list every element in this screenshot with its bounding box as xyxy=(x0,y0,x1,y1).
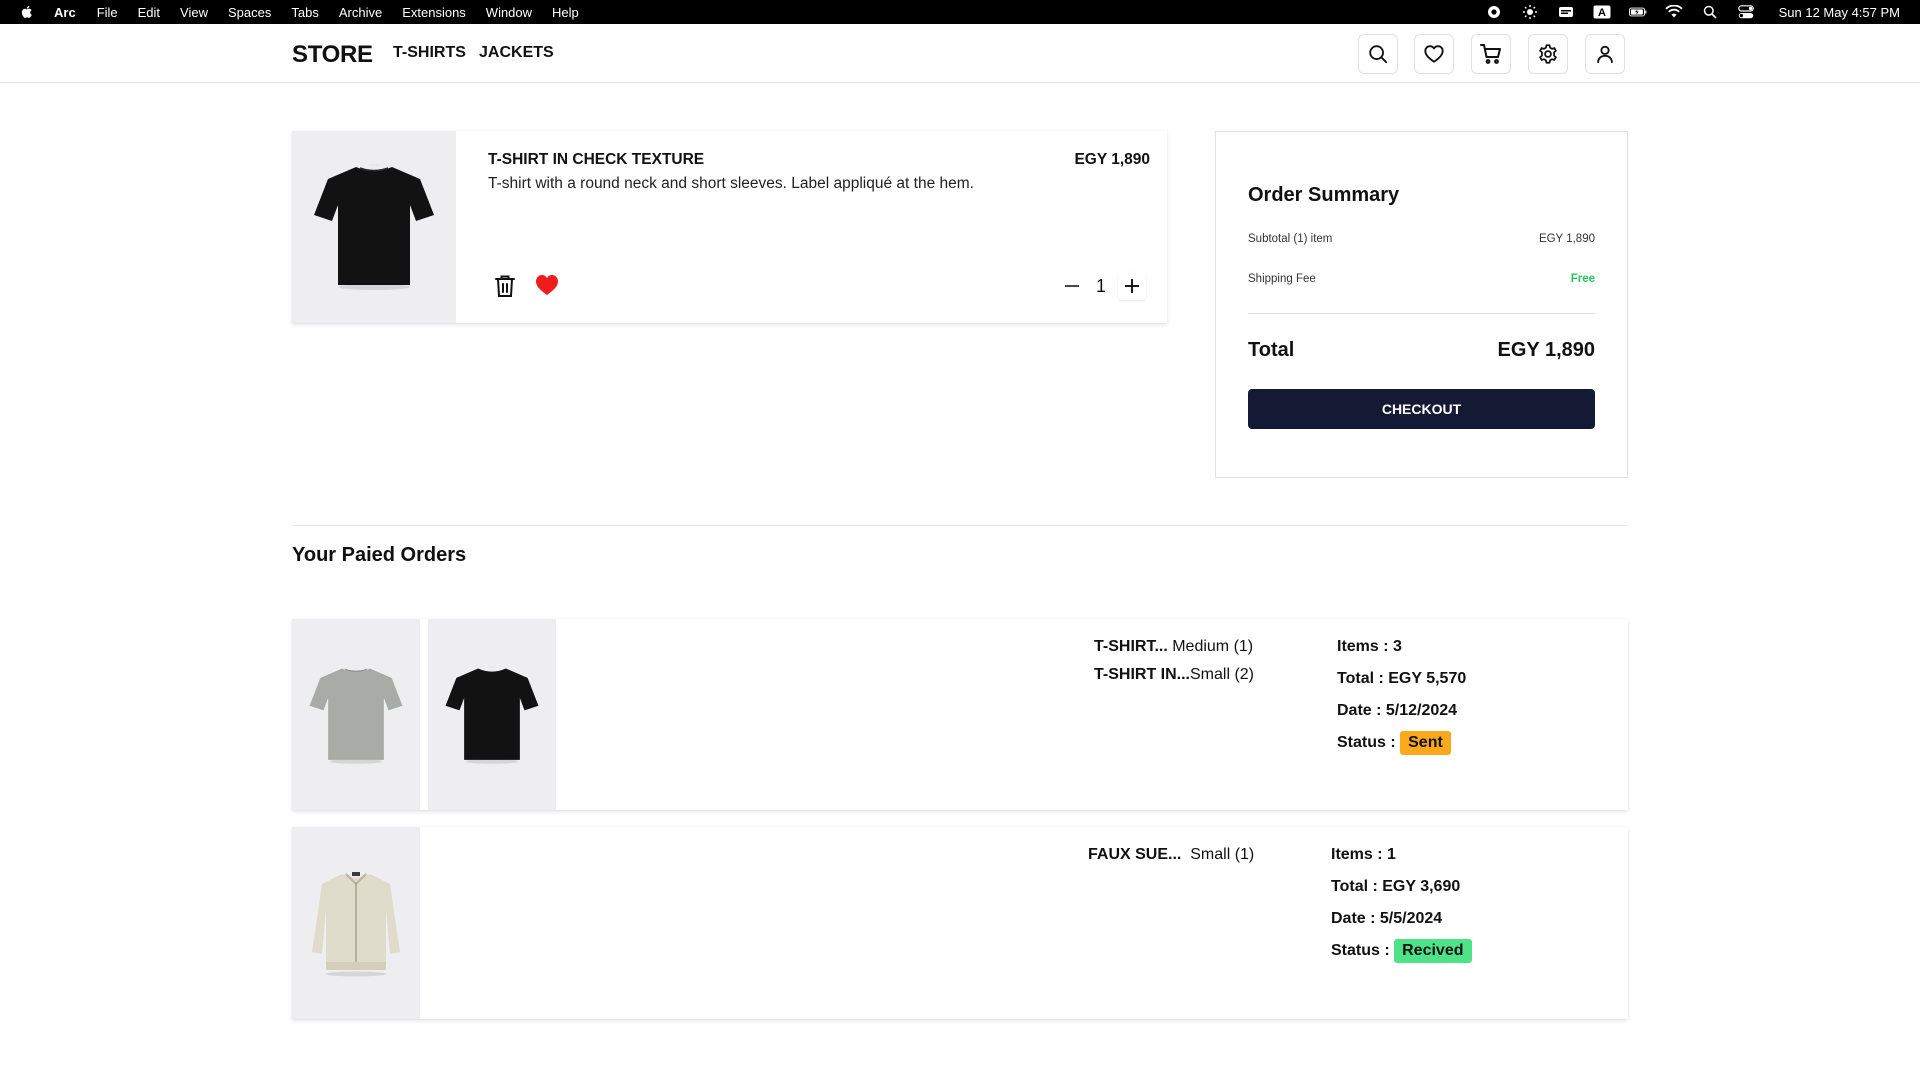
shipping-value: Free xyxy=(1570,273,1595,285)
apple-icon[interactable] xyxy=(19,4,35,20)
order-total: Total : EGY 5,570 xyxy=(1337,670,1467,687)
keyboard-a-icon[interactable]: A xyxy=(1593,5,1611,19)
quantity-value: 1 xyxy=(1095,276,1106,296)
order-item-size: Small (2) xyxy=(1190,666,1255,683)
order-product-image xyxy=(292,619,420,810)
increase-quantity-button[interactable] xyxy=(1118,272,1146,300)
cart-button[interactable] xyxy=(1471,34,1511,74)
total-label: Total xyxy=(1248,339,1295,361)
menu-window[interactable]: Window xyxy=(486,5,532,20)
nav-link-tshirts[interactable]: T-SHIRTS xyxy=(393,44,466,62)
settings-button[interactable] xyxy=(1528,34,1568,74)
favorite-toggle[interactable] xyxy=(535,274,559,296)
trash-icon xyxy=(495,275,515,297)
order-status-row: Status : Sent xyxy=(1337,731,1451,755)
order-item-name: FAUX SUE... xyxy=(1088,846,1182,863)
order-summary-title: Order Summary xyxy=(1248,184,1400,206)
brightness-icon[interactable] xyxy=(1521,5,1539,19)
decrease-quantity-button[interactable] xyxy=(1060,274,1084,298)
heart-icon xyxy=(1424,45,1444,63)
status-badge: Recived xyxy=(1394,939,1472,963)
order-line-item: T-SHIRT IN...Small (2) xyxy=(1094,666,1254,684)
shipping-label: Shipping Fee xyxy=(1248,273,1316,285)
subtotal-value: EGY 1,890 xyxy=(1538,233,1595,245)
order-status-label: Status : xyxy=(1331,942,1390,959)
menu-help[interactable]: Help xyxy=(552,5,579,20)
record-icon[interactable] xyxy=(1485,5,1503,19)
order-line-item: FAUX SUE... Small (1) xyxy=(1088,846,1254,864)
menu-bar: Arc File Edit View Spaces Tabs Archive E… xyxy=(0,0,1920,24)
product-image[interactable] xyxy=(292,131,456,323)
order-card[interactable]: FAUX SUE... Small (1) Items : 1 Total : … xyxy=(292,827,1628,1019)
menu-archive[interactable]: Archive xyxy=(339,5,382,20)
user-icon xyxy=(1597,45,1613,64)
store-logo[interactable]: STORE xyxy=(292,41,373,69)
battery-status-icon[interactable] xyxy=(1557,5,1575,19)
cart-item-title[interactable]: T-SHIRT IN CHECK TEXTURE xyxy=(488,151,704,169)
menu-app-name[interactable]: Arc xyxy=(54,5,76,20)
cart-icon xyxy=(1480,44,1501,64)
order-item-name: T-SHIRT IN... xyxy=(1094,666,1190,683)
order-line-item: T-SHIRT... Medium (1) xyxy=(1094,638,1253,656)
order-summary-panel: Order Summary Subtotal (1) item EGY 1,89… xyxy=(1215,131,1628,478)
checkout-button[interactable]: CHECKOUT xyxy=(1248,389,1595,429)
order-items-count: Items : 3 xyxy=(1337,638,1402,655)
gear-icon xyxy=(1539,44,1557,64)
order-total: Total : EGY 3,690 xyxy=(1331,878,1461,895)
shipping-row: Shipping Fee Free xyxy=(1248,273,1595,285)
nav-link-jackets[interactable]: JACKETS xyxy=(479,44,554,62)
menu-edit[interactable]: Edit xyxy=(138,5,160,20)
paid-orders-title: Your Paied Orders xyxy=(292,544,467,566)
menu-view[interactable]: View xyxy=(180,5,208,20)
subtotal-label: Subtotal (1) item xyxy=(1248,233,1333,245)
plus-icon xyxy=(1125,279,1139,293)
spotlight-icon[interactable] xyxy=(1701,5,1719,19)
section-divider xyxy=(292,525,1628,526)
order-item-size: Small (1) xyxy=(1181,846,1255,863)
order-item-name: T-SHIRT... xyxy=(1094,638,1168,655)
tshirt-image xyxy=(314,164,434,290)
order-card[interactable]: T-SHIRT... Medium (1) T-SHIRT IN...Small… xyxy=(292,619,1628,810)
minus-icon xyxy=(1065,285,1079,287)
order-status-row: Status : Recived xyxy=(1331,939,1472,963)
cart-item-price: EGY 1,890 xyxy=(1074,151,1150,168)
cart-item-description: T-shirt with a round neck and short slee… xyxy=(488,175,974,192)
search-icon xyxy=(1369,45,1388,64)
order-item-size: Medium (1) xyxy=(1167,638,1254,655)
account-button[interactable] xyxy=(1585,34,1625,74)
tshirt-image xyxy=(445,665,539,764)
order-items-count: Items : 1 xyxy=(1331,846,1396,863)
summary-divider xyxy=(1248,313,1595,314)
wifi-icon[interactable] xyxy=(1664,5,1683,19)
total-value: EGY 1,890 xyxy=(1497,339,1595,361)
menu-clock[interactable]: Sun 12 May 4:57 PM xyxy=(1779,5,1900,20)
menu-extensions[interactable]: Extensions xyxy=(402,5,466,20)
order-product-image xyxy=(292,827,420,1019)
order-date: Date : 5/12/2024 xyxy=(1337,702,1458,719)
delete-item-button[interactable] xyxy=(494,274,516,298)
jacket-image xyxy=(312,872,400,977)
status-badge: Sent xyxy=(1400,731,1451,755)
menu-file[interactable]: File xyxy=(97,5,118,20)
store-navbar: STORE T-SHIRTS JACKETS xyxy=(0,24,1920,83)
control-center-icon[interactable] xyxy=(1737,5,1755,19)
battery-icon[interactable] xyxy=(1628,5,1647,19)
heart-filled-icon xyxy=(536,275,558,295)
tshirt-image xyxy=(309,668,403,764)
menu-spaces[interactable]: Spaces xyxy=(228,5,271,20)
total-row: Total EGY 1,890 xyxy=(1248,339,1595,362)
order-product-image xyxy=(428,619,556,810)
status-tray: A Sun 12 May 4:57 PM xyxy=(1467,0,1920,24)
svg-text:A: A xyxy=(1598,7,1606,19)
order-status-label: Status : xyxy=(1337,734,1396,751)
subtotal-row: Subtotal (1) item EGY 1,890 xyxy=(1248,233,1595,245)
order-date: Date : 5/5/2024 xyxy=(1331,910,1443,927)
search-button[interactable] xyxy=(1358,34,1398,74)
wishlist-button[interactable] xyxy=(1414,34,1454,74)
menu-tabs[interactable]: Tabs xyxy=(291,5,318,20)
cart-item: T-SHIRT IN CHECK TEXTURE T-shirt with a … xyxy=(292,131,1167,323)
